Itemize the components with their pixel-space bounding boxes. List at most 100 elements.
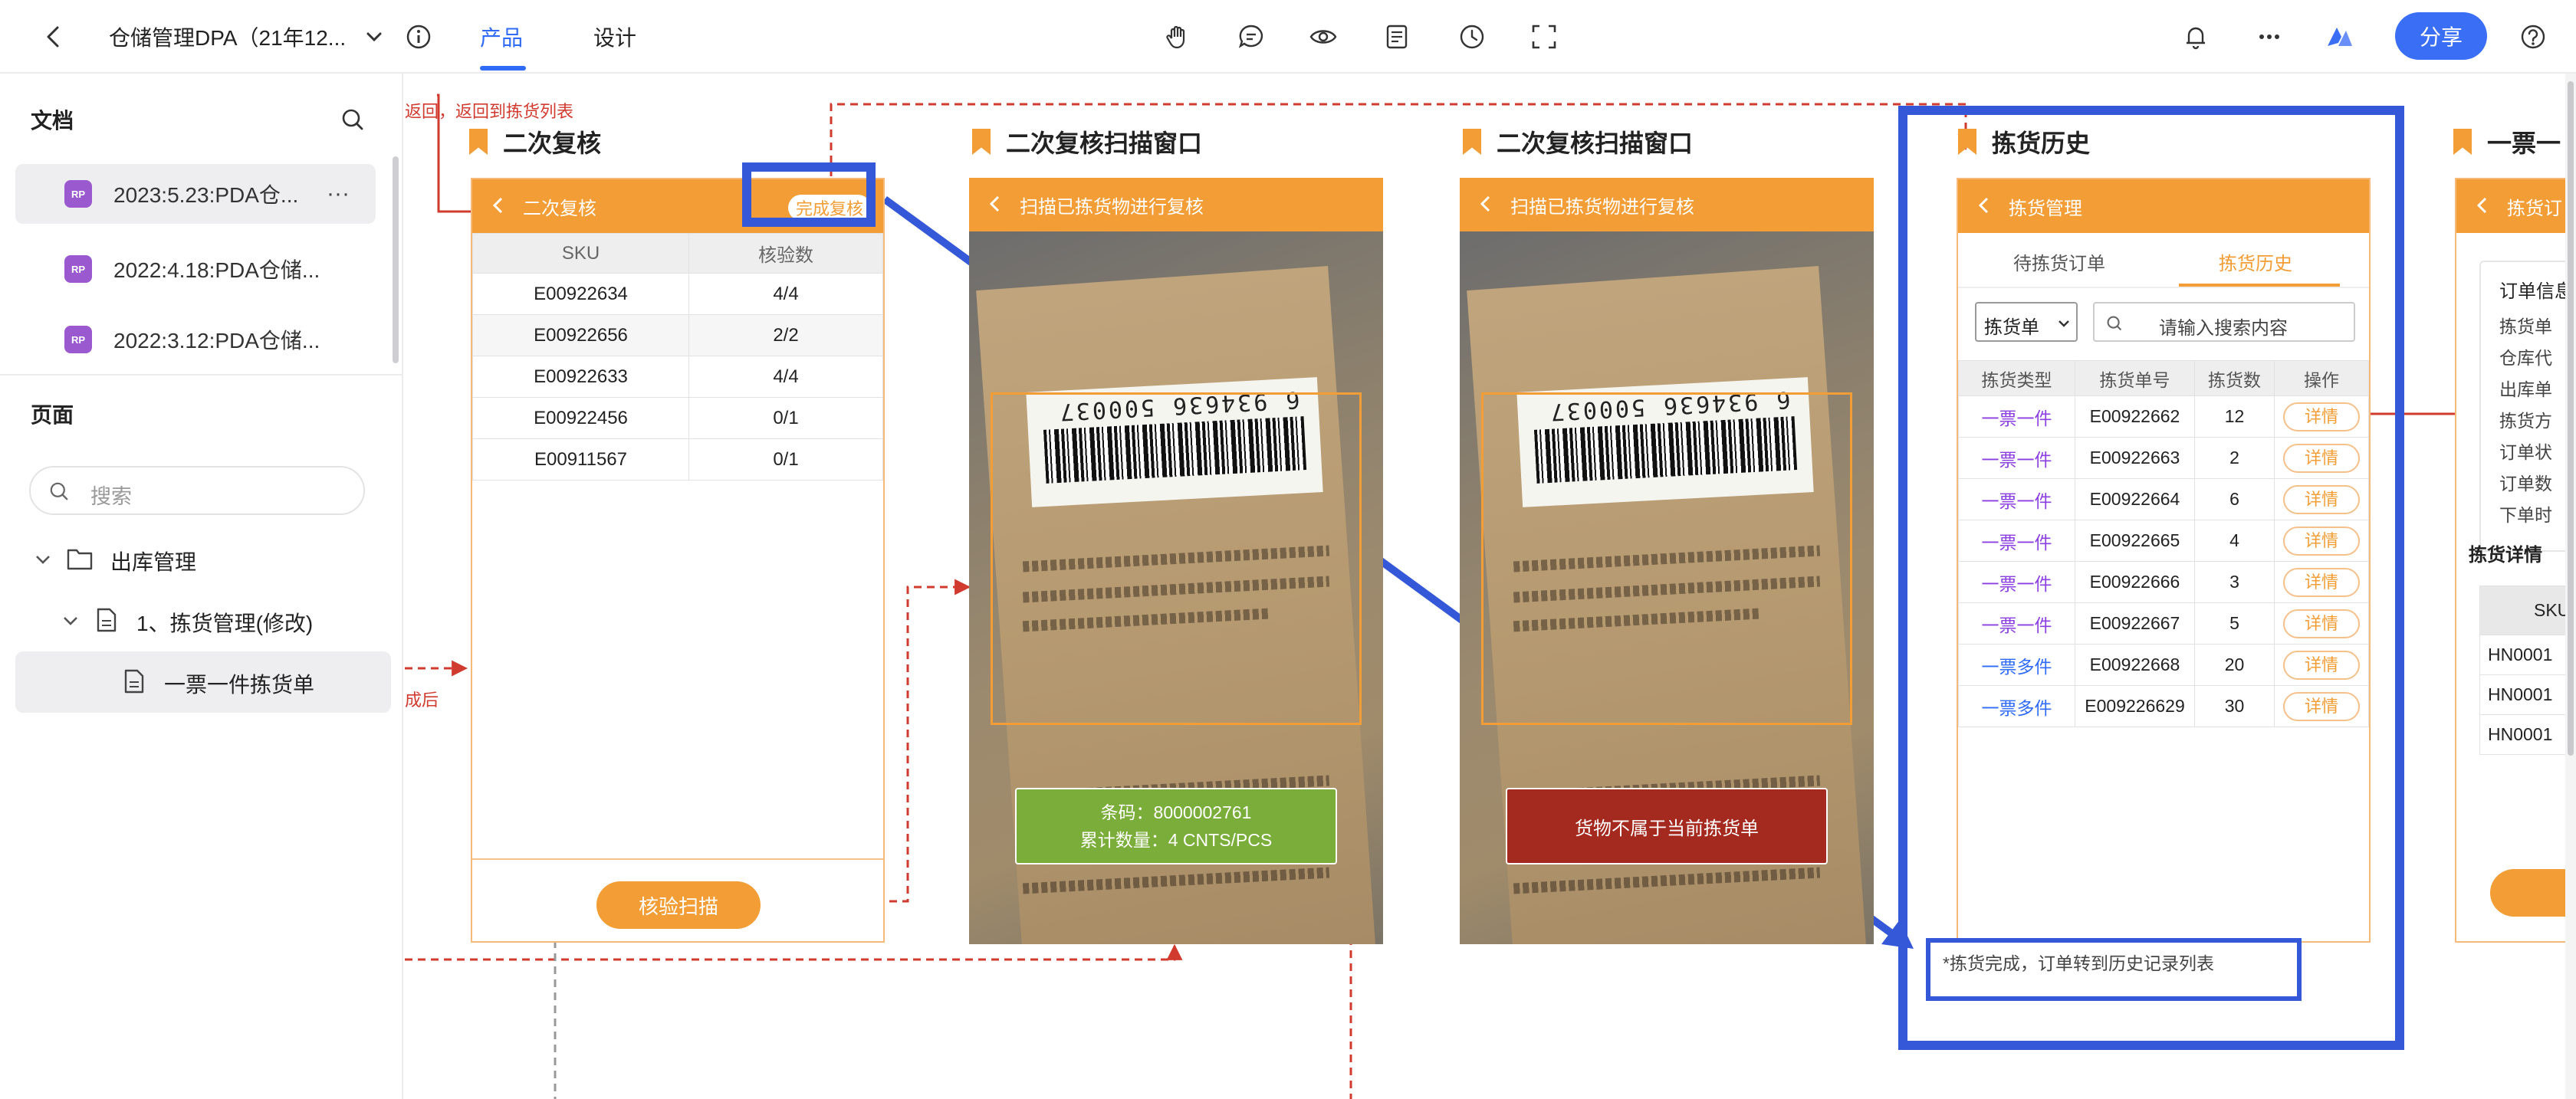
hand-tool-icon[interactable] [1159,18,1196,55]
camera-viewfinder: 6 934636 500037 条码：8000002761 累计数量：4 CNT… [969,231,1383,944]
rp-file-icon: RP [64,180,92,208]
header-title: 扫描已拣货物进行复核 [1510,196,1694,218]
section-title-text: 二次复核扫描窗口 [1497,130,1694,157]
tree-item-outbound[interactable]: 出库管理 [110,546,196,576]
pick-action-button[interactable] [2490,869,2576,917]
sku-cell: HN0001 [2479,635,2576,675]
section-title-text: 二次复核扫描窗口 [1006,130,1203,157]
notification-bell-icon[interactable] [2177,18,2214,55]
sidebar-divider [0,374,403,376]
sidebar: 文档 RP 2023:5.23:PDA仓... ··· RP 2022:4.18… [0,74,403,1099]
info-icon[interactable] [400,18,437,55]
done-annotation: 成后 [405,691,439,710]
page-search-input[interactable]: 搜索 [29,466,365,515]
share-button[interactable]: 分享 [2395,12,2487,60]
help-icon[interactable] [2515,18,2551,55]
sku-cell: HN0001 [2479,674,2576,715]
order-info-line: 仓库代 [2499,348,2552,368]
tab-product[interactable]: 产品 [480,21,523,52]
count-cell: 2/2 [688,314,883,356]
table-row[interactable]: E00911567 0/1 [472,438,883,481]
fullscreen-icon[interactable] [1526,18,1562,55]
screen-header: 扫描已拣货物进行复核 [1460,178,1874,231]
tree-item-single-pick[interactable]: 一票一件拣货单 [164,668,314,699]
title-dropdown-icon[interactable] [356,18,393,55]
design-canvas[interactable]: 返回，返回到拣货列表 成后 二次复核 二次复核 完成复核 SKU 核验数 E00… [405,74,2576,1099]
chevron-down-icon[interactable] [60,610,81,632]
sidebar-scrollbar[interactable] [393,156,399,363]
sku-cell: E00922656 [472,314,689,356]
header-title: 二次复核 [523,198,596,219]
sku-cell: E00911567 [472,438,689,481]
table-row[interactable]: E00922456 0/1 [472,397,883,439]
section-title-text: 一票一 [2487,130,2561,157]
bookmark-icon [972,129,991,155]
back-icon[interactable] [489,196,508,215]
count-cell: 0/1 [688,397,883,439]
table-row[interactable]: E00922634 4/4 [472,273,883,315]
header-title: 拣货订 [2507,198,2562,219]
scan-success-toast: 条码：8000002761 累计数量：4 CNTS/PCS [1015,788,1337,864]
rp-file-icon: RP [64,326,92,353]
section-title-recheck: 二次复核 [469,124,601,159]
notes-icon[interactable] [1378,18,1415,55]
section-title-single-pick: 一票一 [2453,124,2561,159]
section-title-scan-window-error: 二次复核扫描窗口 [1463,124,1693,159]
back-icon[interactable] [986,195,1004,213]
back-annotation: 返回，返回到拣货列表 [405,102,574,121]
canvas-scrollbar-thumb[interactable] [2568,81,2574,756]
count-cell: 4/4 [688,356,883,398]
sku-cell: E00922634 [472,273,689,315]
doc-item-label: 2022:4.18:PDA仓储... [113,258,320,282]
count-cell: 4/4 [688,273,883,315]
search-icon [50,482,68,500]
doc-item-2022-4-18[interactable]: RP 2022:4.18:PDA仓储... [15,239,376,299]
chevron-down-icon[interactable] [32,549,54,570]
pick-detail-title: 拣货详情 [2469,545,2542,566]
verify-scan-button[interactable]: 核验扫描 [596,881,761,929]
rp-file-icon: RP [64,255,92,283]
doc-item-label: 2022:3.12:PDA仓储... [113,329,320,353]
pick-detail-table: SKU HN0001 HN0001 HN0001 [2479,586,2576,755]
order-info-card: 订单信息 拣货单 仓库代 出库单 拣货方 订单状 订单数 下单时 [2479,261,2576,552]
pages-heading: 页面 [31,403,74,427]
app-logo-icon [2321,18,2358,55]
count-cell: 0/1 [688,438,883,481]
tab-design[interactable]: 设计 [593,21,636,52]
sku-cell: E00922633 [472,356,689,398]
canvas-scrollbar-track[interactable] [2565,74,2576,1099]
doc-item-2022-3-12[interactable]: RP 2022:3.12:PDA仓储... [15,310,376,369]
doc-more-icon[interactable]: ··· [327,181,350,207]
order-info-title: 订单信息 [2499,281,2573,302]
screen-header: 扫描已拣货物进行复核 [969,178,1383,231]
page-icon [97,608,117,632]
table-row[interactable]: E00922656 2/2 [472,314,883,356]
section-title-scan-window: 二次复核扫描窗口 [972,124,1202,159]
table-row[interactable]: HN0001 [2479,714,2576,755]
table-row[interactable]: HN0001 [2479,674,2576,715]
search-icon[interactable] [334,101,371,138]
recheck-table: SKU 核验数 E00922634 4/4 E00922656 2/2 E00922… [472,233,883,481]
column-header-sku: SKU [2479,586,2576,635]
phone-screen-recheck: 二次复核 完成复核 SKU 核验数 E00922634 4/4 E00922656… [471,178,885,943]
preview-eye-icon[interactable] [1305,18,1342,55]
order-info-line: 下单时 [2499,505,2552,525]
comment-icon[interactable] [1233,18,1270,55]
tree-item-picking[interactable]: 1、拣货管理(修改) [136,607,313,638]
scan-frame [991,392,1362,725]
footer-divider [472,858,883,860]
doc-item-2023-5-23[interactable]: RP 2023:5.23:PDA仓... ··· [15,164,376,224]
folder-icon [67,549,93,570]
document-title[interactable]: 仓储管理DPA（21年12... [109,21,346,52]
history-clock-icon[interactable] [1454,18,1490,55]
highlight-history-note [1926,938,2302,1001]
phone-screen-scan-success: 扫描已拣货物进行复核 6 934636 500037 条码：8000002761… [969,178,1383,944]
table-row[interactable]: E00922633 4/4 [472,356,883,398]
back-icon[interactable] [35,18,72,55]
more-options-icon[interactable] [2251,18,2288,55]
back-icon[interactable] [2473,196,2492,215]
table-row[interactable]: HN0001 [2479,635,2576,675]
barcode-result: 条码：8000002761 [1100,802,1252,822]
sku-cell: HN0001 [2479,714,2576,755]
back-icon[interactable] [1477,195,1495,213]
